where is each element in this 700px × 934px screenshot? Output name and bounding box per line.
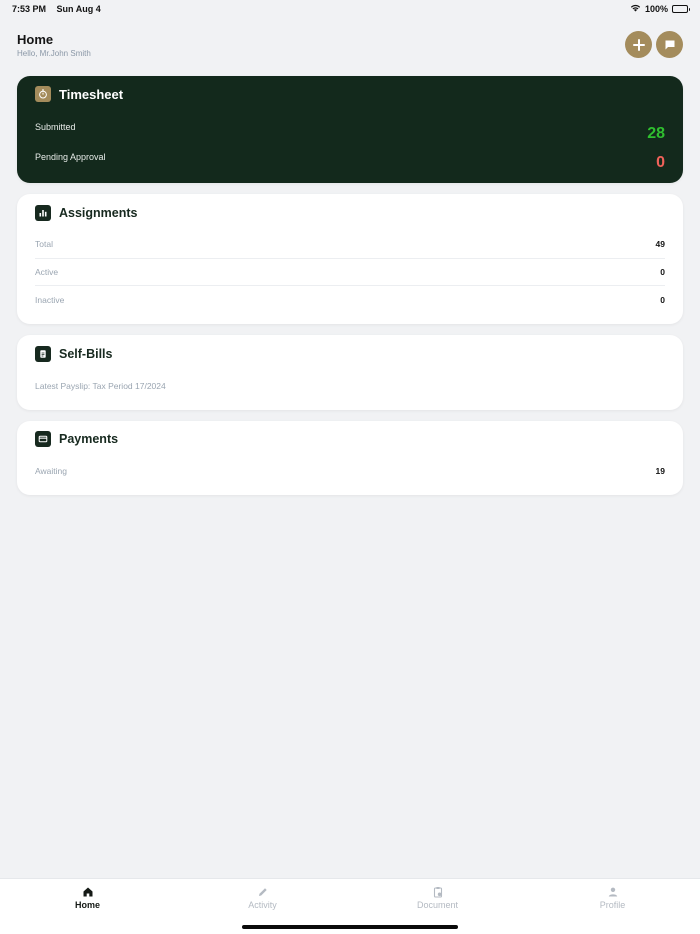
assignments-row-inactive: Inactive 0 [35, 286, 665, 314]
person-icon [608, 887, 617, 897]
chat-icon [665, 40, 674, 49]
tab-label: Home [74, 900, 100, 910]
timesheet-title: Timesheet [59, 86, 124, 102]
tab-home[interactable]: Home [0, 879, 175, 934]
bar-chart-icon [35, 205, 51, 221]
page-title: Home [17, 32, 54, 47]
status-bar: 7:53 PM Sun Aug 4 100% [0, 0, 700, 18]
receipt-icon [35, 346, 51, 362]
payments-card[interactable]: Payments Awaiting 19 [17, 421, 683, 495]
row-value: 0 [660, 294, 665, 305]
status-date: Sun Aug 4 [56, 4, 101, 14]
clipboard-icon [433, 887, 442, 898]
battery-percent: 100% [644, 4, 668, 14]
assignments-title: Assignments [59, 206, 138, 220]
header: Home Hello, Mr.John Smith [17, 31, 683, 62]
home-indicator [242, 925, 458, 929]
pencil-icon [258, 888, 267, 896]
tab-label: Document [416, 900, 459, 910]
submitted-value: 28 [647, 125, 665, 142]
tab-label: Activity [248, 900, 277, 910]
bottom-tab-bar: Home Activity Document Profile [0, 878, 700, 934]
timesheet-card[interactable]: Timesheet Submitted 28 Pending Approval … [17, 76, 683, 183]
messages-button[interactable] [656, 31, 683, 58]
row-value: 0 [660, 266, 665, 277]
plus-icon [632, 38, 645, 51]
latest-payslip-text: Latest Payslip: Tax Period 17/2024 [35, 380, 166, 391]
battery-icon [672, 5, 690, 13]
assignments-card[interactable]: Assignments Total 49 Active 0 Inactive 0 [17, 194, 683, 324]
row-label: Inactive [35, 294, 65, 305]
row-value: 19 [655, 465, 665, 476]
tab-label: Profile [599, 900, 626, 910]
tab-profile[interactable]: Profile [525, 879, 700, 934]
wifi-icon [630, 4, 641, 14]
payments-title: Payments [59, 432, 119, 446]
row-label: Total [35, 239, 53, 250]
status-time: 7:53 PM [12, 4, 47, 14]
row-label: Active [35, 266, 59, 277]
row-label: Awaiting [35, 465, 67, 476]
assignments-row-total: Total 49 [35, 231, 665, 259]
payments-row-awaiting: Awaiting 19 [35, 457, 665, 485]
home-icon [83, 887, 92, 897]
row-value: 49 [655, 239, 665, 250]
self-bills-card[interactable]: Self-Bills Latest Payslip: Tax Period 17… [17, 335, 683, 410]
stopwatch-icon [35, 86, 51, 102]
pending-approval-value: 0 [656, 154, 665, 171]
latest-payslip-row: Latest Payslip: Tax Period 17/2024 [35, 372, 665, 400]
greeting-text: Hello, Mr.John Smith [17, 49, 91, 58]
add-button[interactable] [625, 31, 652, 58]
assignments-row-active: Active 0 [35, 259, 665, 286]
credit-card-icon [35, 431, 51, 447]
self-bills-title: Self-Bills [59, 347, 113, 361]
